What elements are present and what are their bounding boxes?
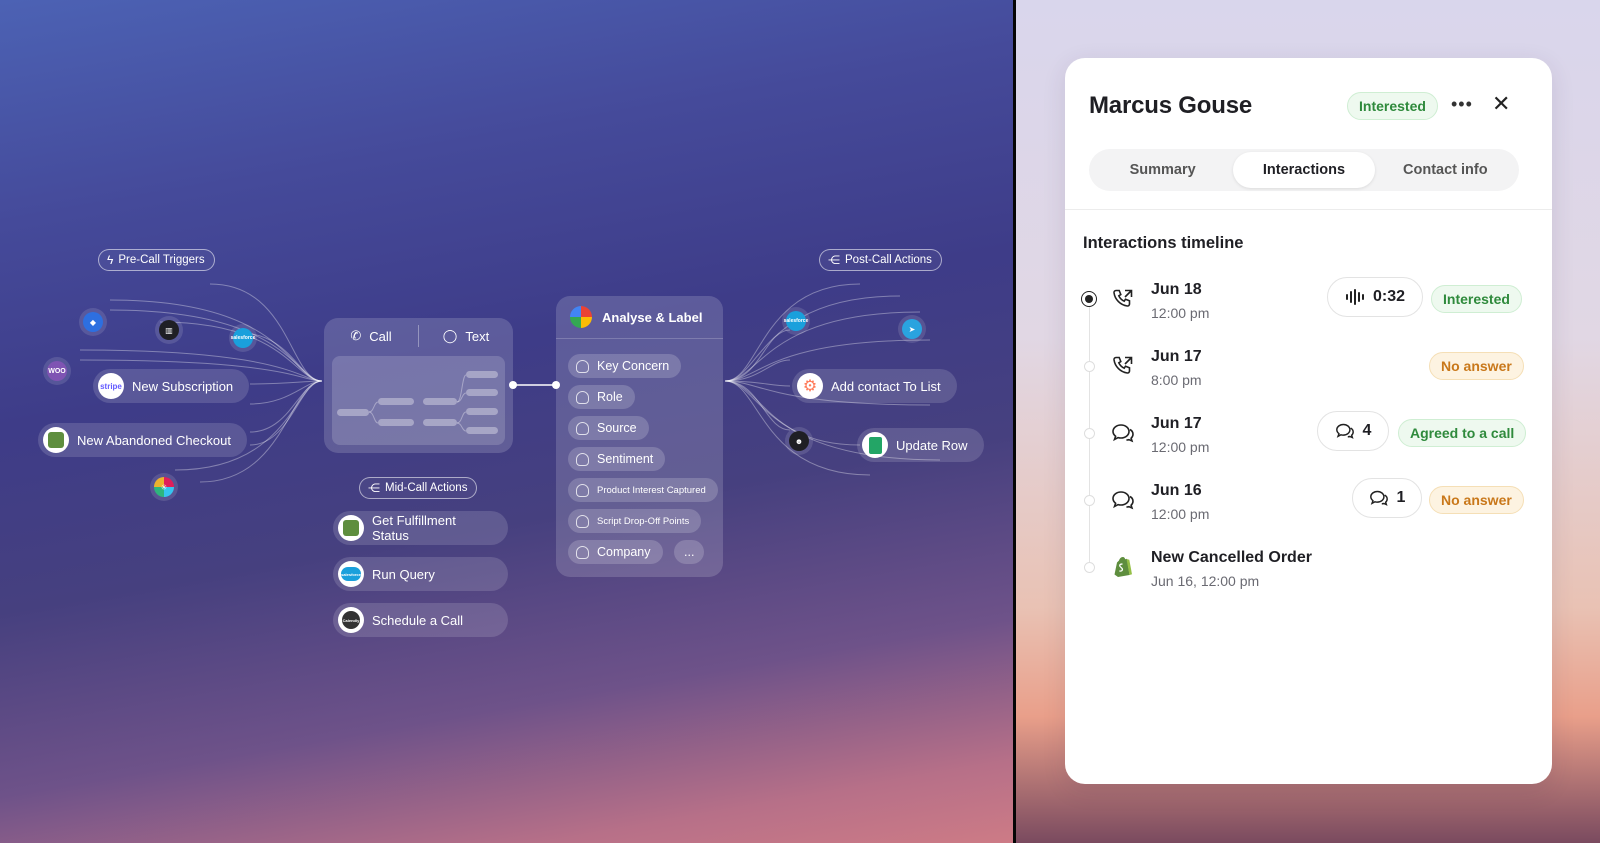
label-product-interest-captured[interactable]: Product Interest Captured (568, 478, 718, 502)
action-get-fulfillment-status[interactable]: Get Fulfillment Status (333, 511, 508, 545)
contact-tabs: Summary Interactions Contact info (1089, 149, 1519, 191)
divider (1065, 209, 1552, 210)
label-source[interactable]: Source (568, 416, 649, 440)
user-icon (576, 359, 589, 373)
timeline-item[interactable]: Jun 17 8:00 pm No answer (1065, 344, 1552, 400)
user-icon (576, 545, 589, 559)
selected-dot (1081, 291, 1097, 307)
user-icon (576, 514, 589, 528)
calendly-logo-icon: Calendly (338, 607, 364, 633)
share-icon: ⋲ (368, 481, 380, 495)
salesforce-logo-icon[interactable]: salesforce (782, 307, 810, 335)
salesforce-logo-icon: salesforce (338, 561, 364, 587)
shopify-logo-icon (43, 427, 69, 453)
ai-logo-icon (570, 306, 592, 328)
timeline-item[interactable]: Jun 17 12:00 pm 4 Agreed to a call (1065, 411, 1552, 467)
google-sheets-logo-icon (862, 432, 888, 458)
phone-icon: ✆ (350, 328, 362, 343)
timeline-item[interactable]: Jun 18 12:00 pm 0:32 Interested (1065, 277, 1552, 333)
chat-icon: ◯ (442, 328, 458, 343)
call-tab[interactable]: ✆ Call (324, 328, 418, 344)
status-badge: Agreed to a call (1398, 419, 1527, 447)
timeline-dot (1084, 428, 1095, 439)
timeline-dot (1084, 361, 1095, 372)
pre-call-triggers-tag: ϟ Pre-Call Triggers (98, 249, 215, 271)
message-count-chip[interactable]: 4 (1317, 411, 1389, 451)
phone-icon (1113, 289, 1133, 307)
trigger-new-abandoned-checkout[interactable]: New Abandoned Checkout (38, 423, 247, 457)
user-icon (576, 421, 589, 435)
user-icon (576, 452, 589, 466)
shopify-logo-icon (338, 515, 364, 541)
analyse-label-card: Analyse & Label Key Concern Role Source … (556, 296, 723, 577)
more-labels-button[interactable]: ... (674, 540, 705, 564)
action-update-row[interactable]: Update Row (857, 428, 984, 462)
chat-icon (1112, 491, 1134, 510)
status-badge[interactable]: Interested (1347, 92, 1438, 120)
timeline-dot (1084, 562, 1095, 573)
phone-icon (1113, 356, 1133, 374)
text-tab[interactable]: ◯ Text (419, 328, 513, 344)
action-run-query[interactable]: salesforce Run Query (333, 557, 508, 591)
hubspot-logo-icon: ⚙ (797, 373, 823, 399)
tab-contact-info[interactable]: Contact info (1375, 152, 1516, 188)
share-icon: ⋲ (828, 253, 840, 267)
timeline-item[interactable]: New Cancelled Order Jun 16, 12:00 pm (1065, 545, 1552, 601)
intercom-logo-icon[interactable]: ▥ (155, 316, 183, 344)
flow-preview (332, 356, 505, 445)
status-badge: Interested (1431, 285, 1522, 313)
contact-name: Marcus Gouse (1089, 92, 1252, 119)
recording-chip[interactable]: 0:32 (1327, 277, 1423, 317)
channel-card: ✆ Call ◯ Text (324, 318, 513, 453)
mid-call-actions-tag: ⋲ Mid-Call Actions (359, 477, 478, 499)
chat-icon (1335, 423, 1354, 439)
post-call-actions-tag: ⋲ Post-Call Actions (819, 249, 942, 271)
slack-logo-icon[interactable]: ✳ (150, 473, 178, 501)
timeline-title: Interactions timeline (1083, 234, 1244, 252)
timeline-item[interactable]: Jun 16 12:00 pm 1 No answer (1065, 478, 1552, 534)
salesforce-logo-icon[interactable]: salesforce (229, 324, 257, 352)
action-add-contact-to-list[interactable]: ⚙ Add contact To List (792, 369, 957, 403)
tab-interactions[interactable]: Interactions (1233, 152, 1375, 188)
label-key-concern[interactable]: Key Concern (568, 354, 682, 378)
tab-summary[interactable]: Summary (1092, 152, 1233, 188)
mailchimp-logo-icon[interactable]: ☻ (785, 427, 813, 455)
label-sentiment[interactable]: Sentiment (568, 447, 666, 471)
audio-wave-icon (1345, 289, 1364, 305)
label-role[interactable]: Role (568, 385, 635, 409)
telegram-logo-icon[interactable]: ➤ (898, 315, 926, 343)
label-script-drop-off-points[interactable]: Script Drop-Off Points (568, 509, 702, 533)
user-icon (576, 390, 589, 404)
action-schedule-a-call[interactable]: Calendly Schedule a Call (333, 603, 508, 637)
more-icon[interactable]: ••• (1451, 94, 1473, 115)
label-company[interactable]: Company (568, 540, 663, 564)
message-count-chip[interactable]: 1 (1352, 478, 1422, 518)
shopify-icon (1114, 557, 1132, 577)
user-icon (576, 483, 589, 497)
close-icon[interactable]: ✕ (1492, 91, 1510, 117)
woocommerce-logo-icon[interactable]: WOO (43, 357, 71, 385)
status-badge: No answer (1429, 352, 1524, 380)
stripe-logo-icon: stripe (98, 373, 124, 399)
workflow-canvas: ϟ Pre-Call Triggers ⋲ Mid-Call Actions ⋲… (0, 0, 1013, 843)
chat-icon (1112, 424, 1134, 443)
lightning-icon: ϟ (107, 253, 114, 267)
contact-backdrop: Marcus Gouse Interested ••• ✕ Summary In… (1016, 0, 1600, 843)
timeline-dot (1084, 495, 1095, 506)
trigger-new-subscription[interactable]: stripe New Subscription (93, 369, 250, 403)
contact-panel: Marcus Gouse Interested ••• ✕ Summary In… (1065, 58, 1552, 784)
jira-logo-icon[interactable]: ◆ (79, 308, 107, 336)
status-badge: No answer (1429, 486, 1524, 514)
chat-icon (1369, 490, 1388, 506)
